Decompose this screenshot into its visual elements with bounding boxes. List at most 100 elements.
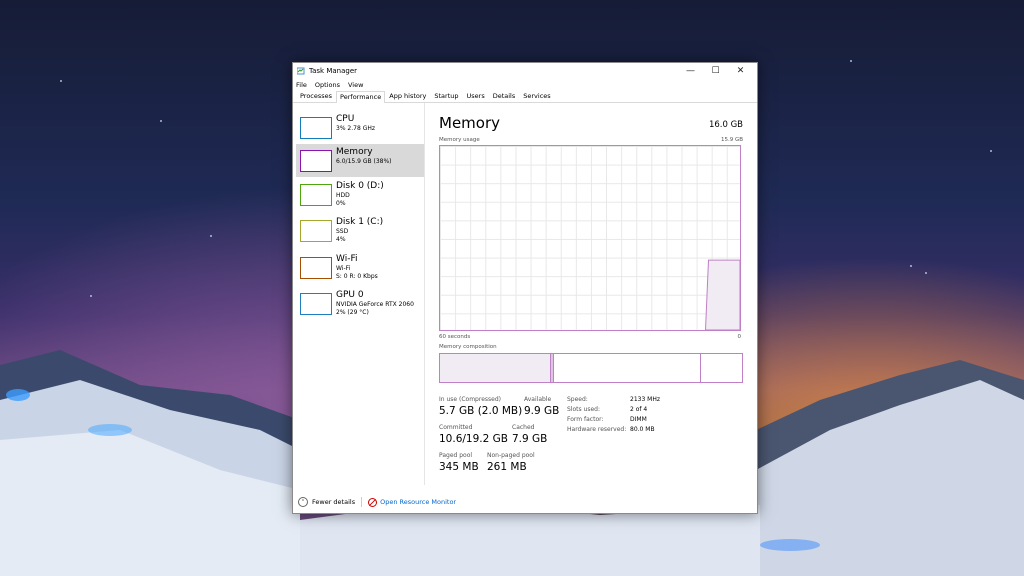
time-axis-zero: 0 bbox=[737, 334, 742, 340]
tab-startup[interactable]: Startup bbox=[430, 90, 462, 102]
usage-max: 15.9 GB bbox=[720, 137, 743, 143]
detail-speed: Speed: 2133 MHz bbox=[567, 396, 660, 406]
stat-label: In use (Compressed) bbox=[439, 396, 501, 403]
task-manager-icon bbox=[297, 67, 305, 75]
tab-processes[interactable]: Processes bbox=[296, 90, 336, 102]
stat-label: Cached bbox=[512, 424, 535, 431]
composition-standby bbox=[554, 354, 701, 382]
footer-bar: ⌃ Fewer details Open Resource Monitor bbox=[293, 491, 757, 513]
sidebar-item-wifi[interactable]: Wi-Fi Wi-Fi S: 0 R: 0 Kbps bbox=[296, 251, 424, 284]
fewer-details-button[interactable]: ⌃ Fewer details bbox=[298, 497, 355, 507]
tab-performance[interactable]: Performance bbox=[336, 91, 386, 103]
resource-monitor-icon bbox=[368, 497, 378, 507]
detail-value: 2133 MHz bbox=[630, 396, 661, 403]
detail-key: Form factor: bbox=[567, 416, 604, 423]
resource-sidebar: CPU 3% 2.78 GHz Memory 6.0/15.9 GB (38%) D… bbox=[293, 103, 425, 485]
sidebar-item-detail: SSD bbox=[336, 228, 349, 235]
stat-committed: Committed 10.6/19.2 GB bbox=[439, 424, 508, 445]
fewer-details-label: Fewer details bbox=[312, 498, 356, 506]
close-button[interactable]: ✕ bbox=[728, 66, 753, 76]
sidebar-item-detail: HDD bbox=[336, 192, 350, 199]
stat-value: 9.9 GB bbox=[524, 405, 560, 417]
resource-monitor-label: Open Resource Monitor bbox=[380, 498, 457, 506]
window-title: Task Manager bbox=[309, 67, 358, 75]
stat-value: 345 MB bbox=[439, 461, 479, 473]
stat-label: Non-paged pool bbox=[487, 452, 535, 459]
open-resource-monitor-link[interactable]: Open Resource Monitor bbox=[368, 497, 457, 507]
sidebar-item-label: GPU 0 bbox=[336, 290, 364, 300]
usage-area bbox=[704, 259, 740, 330]
tab-app-history[interactable]: App history bbox=[385, 90, 430, 102]
detail-value: DIMM bbox=[630, 416, 647, 423]
tab-details[interactable]: Details bbox=[489, 90, 520, 102]
stat-value: 5.7 GB (2.0 MB) bbox=[439, 405, 523, 417]
stat-in-use: In use (Compressed) 5.7 GB (2.0 MB) bbox=[439, 396, 522, 417]
divider bbox=[361, 497, 363, 507]
detail-value: 80.0 MB bbox=[630, 426, 655, 433]
tab-services[interactable]: Services bbox=[519, 90, 554, 102]
sidebar-item-disk1[interactable]: Disk 1 (C:) SSD 4% bbox=[296, 214, 424, 247]
sidebar-item-cpu[interactable]: CPU 3% 2.78 GHz bbox=[296, 111, 424, 144]
stat-value: 7.9 GB bbox=[512, 433, 548, 445]
title-bar: Task Manager — ☐ ✕ bbox=[293, 63, 757, 79]
sidebar-item-detail: 6.0/15.9 GB (38%) bbox=[336, 158, 392, 165]
memory-thumbnail-graph bbox=[300, 150, 332, 172]
memory-usage-graph bbox=[439, 145, 741, 331]
sidebar-item-gpu0[interactable]: GPU 0 NVIDIA GeForce RTX 2060 2% (29 °C) bbox=[296, 287, 424, 320]
sidebar-item-label: Wi-Fi bbox=[336, 254, 358, 264]
sidebar-item-label: CPU bbox=[336, 114, 355, 124]
detail-value: 2 of 4 bbox=[630, 406, 648, 413]
usage-label: Memory usage bbox=[439, 137, 480, 143]
task-manager-window: Task Manager — ☐ ✕ File Options View Pro… bbox=[292, 62, 758, 514]
wifi-thumbnail-graph bbox=[300, 257, 332, 279]
detail-key: Speed: bbox=[567, 396, 588, 403]
chevron-up-icon: ⌃ bbox=[298, 497, 308, 507]
detail-slots: Slots used: 2 of 4 bbox=[567, 406, 660, 416]
detail-key: Slots used: bbox=[567, 406, 600, 413]
disk1-thumbnail-graph bbox=[300, 220, 332, 242]
cpu-thumbnail-graph bbox=[300, 117, 332, 139]
sidebar-item-detail: 4% bbox=[336, 236, 346, 243]
sidebar-item-detail: 2% (29 °C) bbox=[336, 309, 369, 316]
sidebar-item-label: Disk 1 (C:) bbox=[336, 217, 384, 227]
stat-nonpaged-pool: Non-paged pool 261 MB bbox=[487, 452, 535, 473]
composition-free bbox=[701, 354, 742, 382]
page-title: Memory bbox=[439, 114, 501, 132]
stat-paged-pool: Paged pool 345 MB bbox=[439, 452, 479, 473]
composition-label: Memory composition bbox=[439, 344, 497, 350]
sidebar-item-label: Memory bbox=[336, 147, 373, 157]
performance-content: CPU 3% 2.78 GHz Memory 6.0/15.9 GB (38%) D… bbox=[293, 103, 757, 485]
menu-options[interactable]: Options bbox=[315, 81, 340, 89]
stat-value: 10.6/19.2 GB bbox=[439, 433, 508, 445]
sidebar-item-detail: Wi-Fi bbox=[336, 265, 351, 272]
sidebar-item-detail: S: 0 R: 0 Kbps bbox=[336, 273, 378, 280]
gpu-thumbnail-graph bbox=[300, 293, 332, 315]
detail-key: Hardware reserved: bbox=[567, 426, 627, 433]
stat-label: Paged pool bbox=[439, 452, 473, 459]
detail-form-factor: Form factor: DIMM bbox=[567, 416, 660, 426]
menu-bar: File Options View bbox=[293, 79, 757, 90]
time-axis-label: 60 seconds bbox=[439, 334, 471, 340]
sidebar-item-memory[interactable]: Memory 6.0/15.9 GB (38%) bbox=[296, 144, 424, 177]
disk0-thumbnail-graph bbox=[300, 184, 332, 206]
sidebar-item-disk0[interactable]: Disk 0 (D:) HDD 0% bbox=[296, 178, 424, 211]
memory-composition-bar bbox=[439, 353, 743, 383]
detail-hardware-reserved: Hardware reserved: 80.0 MB bbox=[567, 426, 660, 436]
menu-view[interactable]: View bbox=[348, 81, 363, 89]
sidebar-item-detail: NVIDIA GeForce RTX 2060 bbox=[336, 301, 414, 308]
tab-bar: Processes Performance App history Startu… bbox=[293, 90, 757, 103]
stat-value: 261 MB bbox=[487, 461, 527, 473]
maximize-button[interactable]: ☐ bbox=[703, 66, 728, 76]
composition-in-use bbox=[440, 354, 551, 382]
stat-available: Available 9.9 GB bbox=[524, 396, 559, 417]
tab-users[interactable]: Users bbox=[463, 90, 489, 102]
minimize-button[interactable]: — bbox=[678, 66, 703, 76]
stat-label: Available bbox=[524, 396, 552, 403]
memory-panel: Memory 16.0 GB Memory usage 15.9 GB 60 s… bbox=[439, 103, 743, 485]
stat-label: Committed bbox=[439, 424, 473, 431]
memory-total: 16.0 GB bbox=[708, 120, 743, 130]
memory-hardware-details: Speed: 2133 MHz Slots used: 2 of 4 Form fa… bbox=[567, 396, 660, 436]
sidebar-item-detail: 0% bbox=[336, 200, 346, 207]
stat-cached: Cached 7.9 GB bbox=[512, 424, 547, 445]
menu-file[interactable]: File bbox=[296, 81, 307, 89]
